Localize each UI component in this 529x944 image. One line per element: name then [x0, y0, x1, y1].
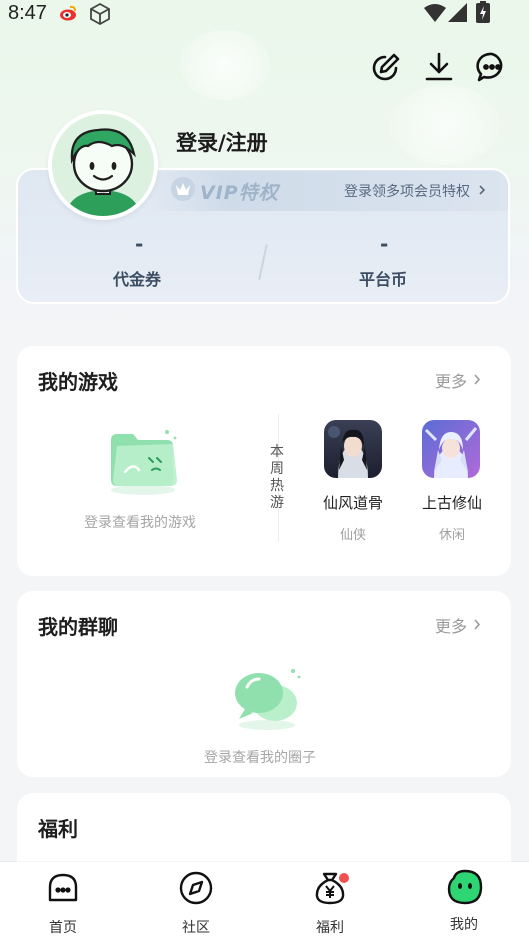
game-name-shanggu[interactable]: 上古修仙	[412, 492, 492, 513]
platform-coin-count: -	[380, 232, 389, 256]
notification-dot	[339, 873, 349, 883]
game-icon-xianfeng[interactable]	[324, 420, 382, 478]
home-icon	[45, 870, 81, 906]
weekly-hot-label: 本周热游	[270, 444, 284, 511]
compass-icon	[178, 870, 214, 906]
profile-face-icon	[446, 868, 483, 905]
wifi-icon	[424, 3, 446, 27]
empty-folder-icon	[105, 424, 185, 500]
welfare-title: 福利	[38, 817, 78, 841]
nav-community-label: 社区	[182, 920, 210, 936]
cube-icon	[88, 2, 112, 30]
game-name-xianfeng[interactable]: 仙风道骨	[313, 492, 393, 513]
weibo-notification-icon	[58, 4, 78, 26]
my-groups-card: 我的群聊 更多 登录查看我的圈子	[17, 591, 511, 777]
download-icon[interactable]	[422, 50, 456, 84]
nav-welfare-label: 福利	[316, 920, 344, 936]
my-groups-title: 我的群聊	[38, 615, 118, 639]
battery-charging-icon	[476, 1, 490, 27]
empty-chat-bubble-icon	[225, 663, 305, 735]
my-games-empty-text: 登录查看我的游戏	[84, 515, 196, 531]
my-games-more-link[interactable]: 更多	[435, 368, 481, 392]
nav-mine[interactable]: 我的	[419, 862, 509, 944]
vip-link-label: 登录领多项会员特权	[344, 184, 470, 200]
nav-mine-label: 我的	[450, 917, 478, 933]
vip-badge-text: VIP特权	[200, 181, 279, 204]
nav-home[interactable]: 首页	[18, 862, 108, 944]
edit-icon[interactable]	[369, 50, 403, 84]
chevron-right-icon	[478, 184, 486, 200]
nav-welfare[interactable]: 福利	[285, 862, 375, 944]
voucher-label[interactable]: 代金券	[113, 266, 161, 290]
nav-community[interactable]: 社区	[151, 862, 241, 944]
my-games-card: 我的游戏 更多 登录查看我的游戏 本周热游 仙风道骨 仙侠 上古修仙 休闲	[17, 346, 511, 576]
more-label: 更多	[435, 372, 468, 391]
game-icon-shanggu[interactable]	[422, 420, 480, 478]
vip-crown-icon	[170, 176, 196, 206]
bottom-nav: 首页 社区 福利 我的	[0, 862, 529, 944]
vip-badge: VIP特权	[170, 176, 279, 206]
login-register-link[interactable]: 登录/注册	[176, 127, 268, 157]
chevron-right-icon	[473, 616, 481, 635]
my-games-title: 我的游戏	[38, 370, 118, 394]
vip-benefits-link[interactable]: 登录领多项会员特权	[344, 181, 486, 201]
nav-home-label: 首页	[49, 920, 77, 936]
signal-icon	[448, 3, 468, 27]
message-icon[interactable]	[475, 50, 509, 84]
more-label: 更多	[435, 617, 468, 636]
game-tag-shanggu: 休闲	[438, 528, 465, 543]
game-tag-xianfeng: 仙侠	[339, 528, 366, 543]
chevron-right-icon	[473, 371, 481, 390]
status-time: 8:47	[8, 2, 47, 24]
avatar-face-icon	[52, 114, 154, 216]
platform-coin-label[interactable]: 平台币	[359, 266, 407, 290]
voucher-count: -	[135, 232, 144, 256]
status-bar: 8:47	[0, 0, 529, 28]
my-groups-empty-text: 登录查看我的圈子	[204, 750, 316, 766]
avatar[interactable]	[48, 110, 158, 220]
my-groups-more-link[interactable]: 更多	[435, 613, 481, 637]
